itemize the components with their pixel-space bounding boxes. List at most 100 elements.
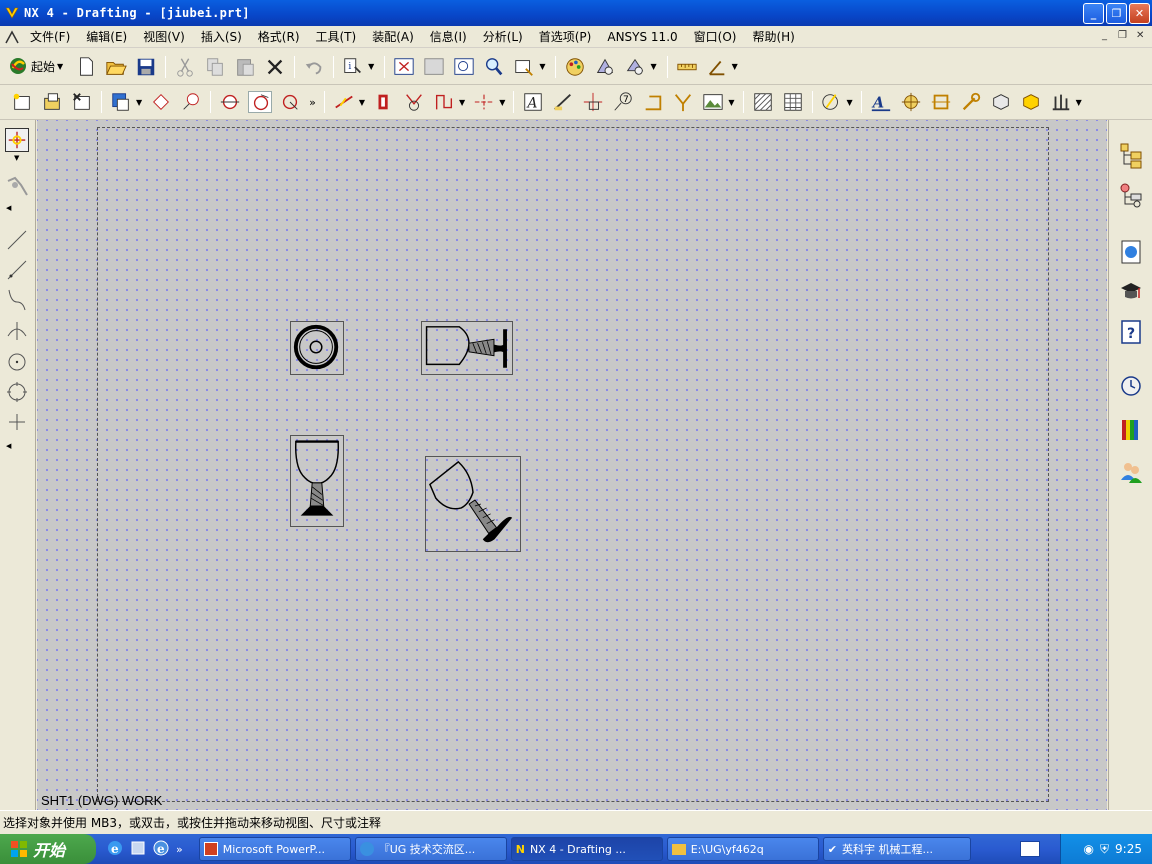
copy-icon[interactable]: [203, 56, 227, 78]
quicklaunch-overflow-icon[interactable]: »: [176, 843, 183, 856]
doc-restore-button[interactable]: ❐: [1118, 30, 1127, 41]
rotate-view-icon[interactable]: [512, 56, 536, 78]
assembly-navigator-icon[interactable]: [1119, 142, 1143, 170]
palette-icon[interactable]: [563, 56, 587, 78]
expand-arrow-icon[interactable]: ▼: [14, 154, 19, 162]
dimension-icon[interactable]: [820, 91, 844, 113]
drawing-canvas[interactable]: SHT1 (DWG) WORK: [37, 120, 1107, 810]
spline-icon[interactable]: [5, 288, 29, 312]
open-folder-icon[interactable]: [104, 56, 128, 78]
weld-symbol-icon[interactable]: [671, 91, 695, 113]
paste-icon[interactable]: [233, 56, 257, 78]
measure-distance-icon[interactable]: [675, 56, 699, 78]
training-icon[interactable]: [1119, 278, 1143, 306]
menu-app-icon[interactable]: [4, 29, 20, 45]
menu-ansys[interactable]: ANSYS 11.0: [599, 30, 685, 44]
drawing-view-isometric[interactable]: [425, 456, 521, 552]
dropdown-arrow-icon[interactable]: ▼: [368, 62, 374, 71]
menu-tools[interactable]: 工具(T): [308, 28, 365, 45]
browser-quicklaunch-icon[interactable]: e: [152, 839, 170, 860]
menu-help[interactable]: 帮助(H): [744, 28, 802, 45]
model-view-icon[interactable]: [1019, 91, 1043, 113]
line-icon[interactable]: [5, 228, 29, 252]
fit-view-icon[interactable]: [392, 56, 416, 78]
new-file-icon[interactable]: [74, 56, 98, 78]
point-icon[interactable]: [5, 410, 29, 434]
update-views-icon[interactable]: [332, 91, 356, 113]
desktop-quicklaunch-icon[interactable]: [129, 839, 147, 860]
expand-arrow-icon[interactable]: ◀: [6, 204, 11, 212]
undo-icon[interactable]: [302, 56, 326, 78]
dropdown-arrow-icon[interactable]: ▼: [732, 62, 738, 71]
centerline-icon[interactable]: [472, 91, 496, 113]
zoom-in-icon[interactable]: [482, 56, 506, 78]
dropdown-arrow-icon[interactable]: ▼: [1076, 98, 1082, 107]
open-sheet-icon[interactable]: [40, 91, 64, 113]
system-materials-icon[interactable]: [1119, 416, 1143, 444]
drawing-view-side[interactable]: [421, 321, 513, 375]
clock[interactable]: 9:25: [1115, 842, 1142, 856]
detail-view-icon[interactable]: [179, 91, 203, 113]
drawing-view-top[interactable]: [290, 321, 344, 375]
section-view-icon[interactable]: [218, 91, 242, 113]
dropdown-arrow-icon[interactable]: ▼: [459, 98, 465, 107]
origin-tool-icon[interactable]: [899, 91, 923, 113]
menu-assembly[interactable]: 装配(A): [364, 28, 422, 45]
toolbar-overflow-icon[interactable]: »: [309, 96, 316, 109]
help-icon[interactable]: ?: [1119, 318, 1143, 346]
menu-analysis[interactable]: 分析(L): [475, 28, 531, 45]
info-object-icon[interactable]: i: [341, 56, 365, 78]
table-icon[interactable]: [781, 91, 805, 113]
drawing-view-front[interactable]: [290, 435, 344, 527]
surface-finish-icon[interactable]: [641, 91, 665, 113]
dropdown-arrow-icon[interactable]: ▼: [136, 98, 142, 107]
point-constructor-icon[interactable]: [5, 175, 29, 199]
roles-icon[interactable]: [1119, 458, 1143, 486]
menu-edit[interactable]: 编辑(E): [78, 28, 135, 45]
dropdown-arrow-icon[interactable]: ▼: [499, 98, 505, 107]
revolved-section-icon[interactable]: [278, 91, 302, 113]
layer-settings-icon[interactable]: [623, 56, 647, 78]
arc-icon[interactable]: [5, 318, 29, 342]
start-dropdown-arrow-icon[interactable]: ▼: [57, 62, 63, 71]
start-button-label[interactable]: 起始: [31, 58, 55, 75]
tray-shield-icon[interactable]: ⛨: [1100, 842, 1109, 857]
tray-speaker-icon[interactable]: ◉: [1084, 842, 1094, 856]
circle-icon[interactable]: [5, 380, 29, 404]
task-powerpoint[interactable]: Microsoft PowerP...: [198, 837, 351, 861]
menu-file[interactable]: 文件(F): [22, 28, 78, 45]
save-icon[interactable]: [134, 56, 158, 78]
task-nx-drafting[interactable]: N NX 4 - Drafting ...: [510, 837, 663, 861]
expand-arrow-icon[interactable]: ◀: [6, 442, 11, 450]
ie-quicklaunch-icon[interactable]: e: [106, 839, 124, 860]
note-icon[interactable]: A: [521, 91, 545, 113]
task-explorer[interactable]: E:\UG\yf462q: [666, 837, 819, 861]
start-button[interactable]: 开始: [0, 834, 96, 864]
crosshatch-icon[interactable]: [751, 91, 775, 113]
task-yingkeyu[interactable]: ✔ 英科宇 机械工程...: [822, 837, 971, 861]
line-through-points-icon[interactable]: [5, 258, 29, 282]
dropdown-arrow-icon[interactable]: ▼: [539, 62, 545, 71]
dropdown-arrow-icon[interactable]: ▼: [650, 62, 656, 71]
view-boundary-icon[interactable]: [372, 91, 396, 113]
maximize-button[interactable]: ❐: [1106, 3, 1127, 24]
menu-info[interactable]: 信息(I): [422, 28, 475, 45]
task-ug-forum[interactable]: 『UG 技术交流区...: [354, 837, 507, 861]
snap-point-icon[interactable]: [5, 128, 29, 152]
web-browser-icon[interactable]: [1119, 238, 1143, 266]
dropdown-arrow-icon[interactable]: ▼: [728, 98, 734, 107]
close-button[interactable]: ✕: [1129, 3, 1150, 24]
zoom-window-icon[interactable]: [452, 56, 476, 78]
minimize-button[interactable]: _: [1083, 3, 1104, 24]
measure-angle-icon[interactable]: [705, 56, 729, 78]
menu-insert[interactable]: 插入(S): [193, 28, 250, 45]
cut-icon[interactable]: [173, 56, 197, 78]
menu-preferences[interactable]: 首选项(P): [531, 28, 600, 45]
text-style-icon[interactable]: A: [869, 91, 893, 113]
image-icon[interactable]: [701, 91, 725, 113]
start-icon[interactable]: [8, 56, 28, 78]
doc-close-button[interactable]: ✕: [1136, 30, 1144, 41]
feature-control-frame-icon[interactable]: [551, 91, 575, 113]
part-navigator-icon[interactable]: [1119, 182, 1143, 210]
hatch-settings-icon[interactable]: [1049, 91, 1073, 113]
